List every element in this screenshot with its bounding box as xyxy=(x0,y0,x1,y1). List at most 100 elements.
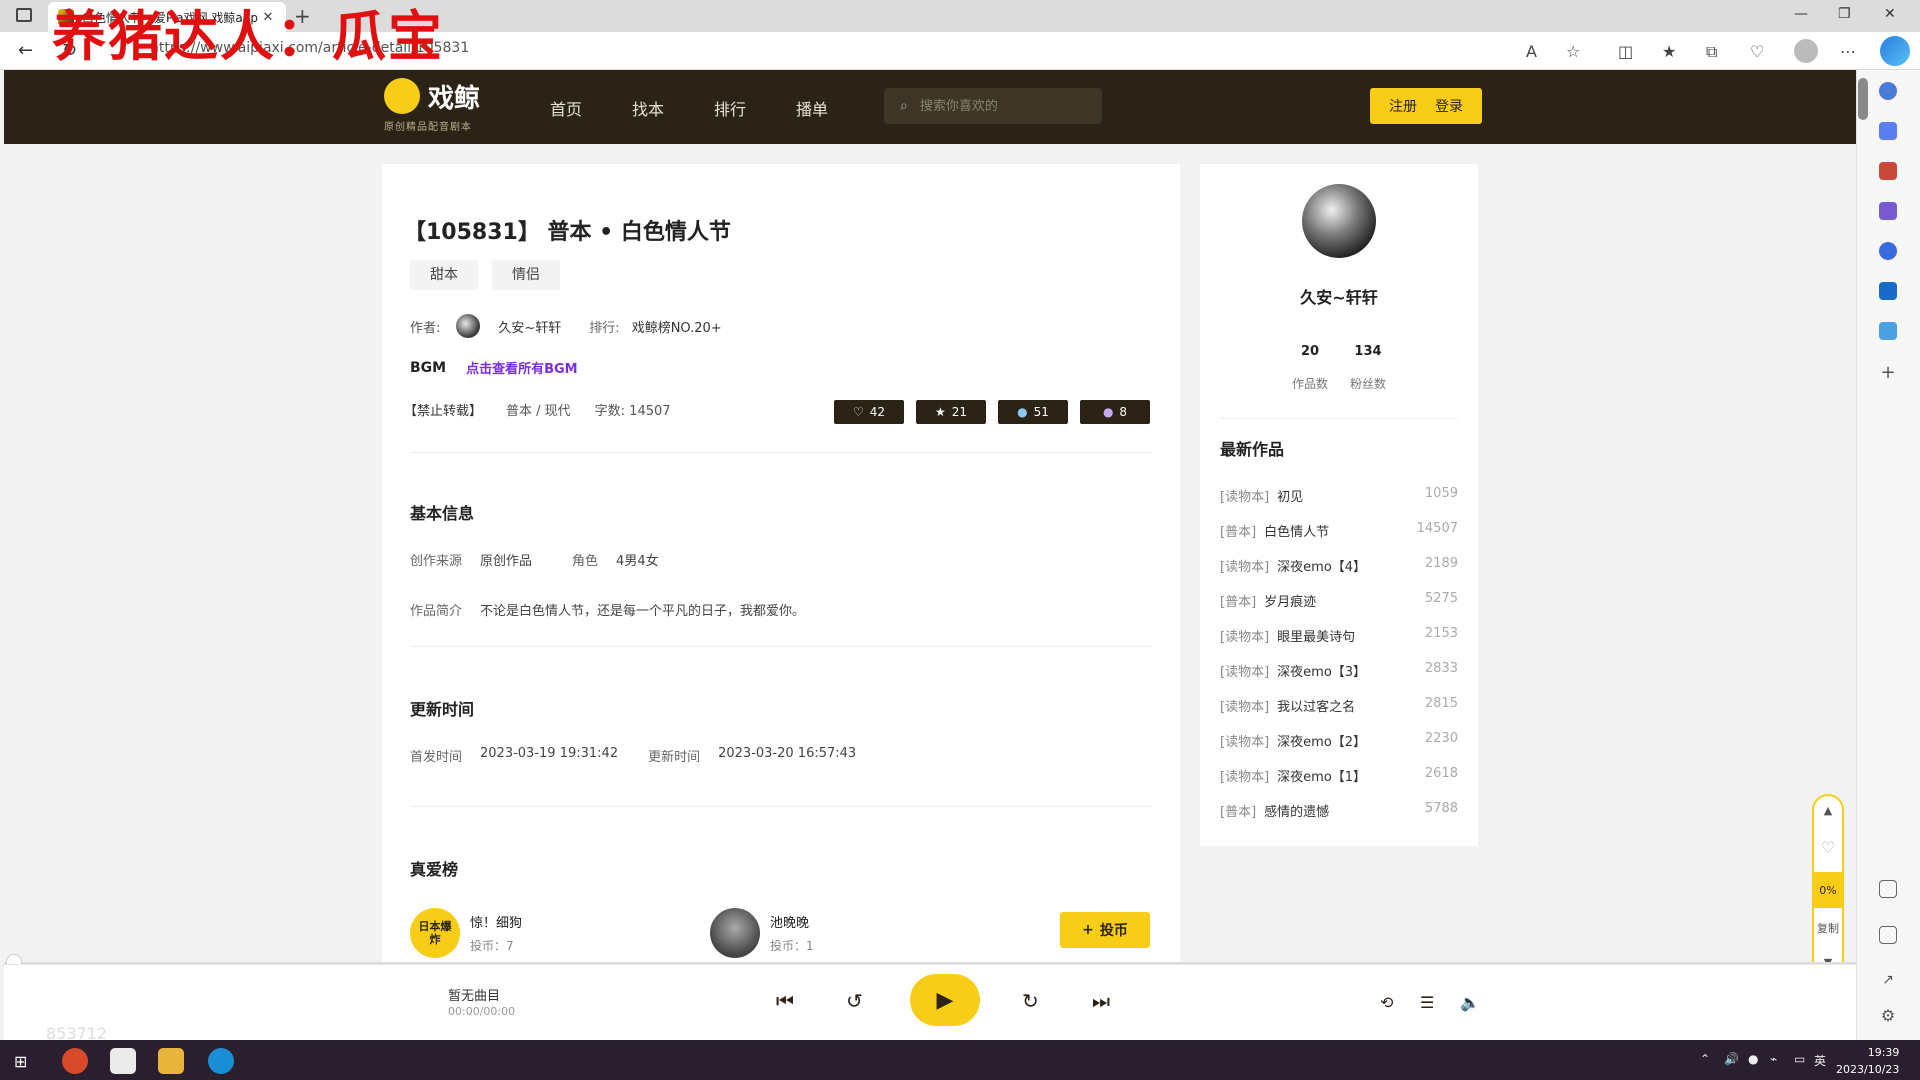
nav-home[interactable]: 首页 xyxy=(550,96,582,120)
work-item[interactable]: [普本] 岁月痕迹 5275 xyxy=(1220,591,1458,610)
share-button[interactable]: ● 8 xyxy=(1080,400,1150,424)
back-icon[interactable]: ← xyxy=(18,40,33,61)
clock-time: 19:39 xyxy=(1867,1046,1900,1059)
display-icon[interactable]: ▭ xyxy=(1794,1052,1805,1066)
floating-toolbar: ▲ ♡ 0% 复制 ▼ xyxy=(1812,794,1844,978)
work-count: 2189 xyxy=(1424,556,1458,571)
windows-start-icon[interactable]: ⊞ xyxy=(14,1052,27,1071)
settings-gear-icon[interactable]: ⚙ xyxy=(1879,1006,1897,1025)
login-button[interactable]: 登录 xyxy=(1435,96,1463,116)
favorites-icon[interactable]: ★ xyxy=(1662,42,1676,61)
games-icon[interactable] xyxy=(1879,202,1897,220)
like-float-icon[interactable]: ♡ xyxy=(1814,838,1842,857)
copy-button[interactable]: 复制 xyxy=(1814,920,1842,936)
forward-15-icon[interactable]: ↻ xyxy=(1022,989,1039,1013)
collections-icon[interactable]: ⧉ xyxy=(1706,42,1717,62)
close-window-icon[interactable]: ✕ xyxy=(1884,6,1896,22)
audio-player: 暂无曲目 00:00/00:00 ⏮ ↺ ▶ ↻ ⏭ ⟲ ☰ 🔈 xyxy=(4,964,1856,1040)
plus-icon: + xyxy=(1082,922,1094,938)
author-avatar-large[interactable] xyxy=(1302,184,1376,258)
office-icon[interactable] xyxy=(1879,242,1897,260)
author-avatar[interactable] xyxy=(456,314,481,338)
donate-button[interactable]: + 投币 xyxy=(1060,912,1150,948)
previous-track-icon[interactable]: ⏮ xyxy=(776,989,794,1013)
like-button[interactable]: ♡ 42 xyxy=(834,400,904,424)
browser-sidebar: + ↗ ⚙ xyxy=(1856,70,1920,1040)
tag-couple[interactable]: 情侣 xyxy=(492,260,560,290)
sidebar-toggle-icon[interactable] xyxy=(1879,926,1897,944)
tab-actions-icon[interactable] xyxy=(16,8,32,22)
work-item[interactable]: [读物本] 深夜emo【2】 2230 xyxy=(1220,731,1458,750)
split-screen-icon[interactable]: ◫ xyxy=(1618,42,1633,61)
screenshot-icon[interactable] xyxy=(1879,880,1897,898)
tag-icon[interactable] xyxy=(1879,122,1897,140)
app-icon-3[interactable] xyxy=(158,1048,184,1074)
taskbar-clock[interactable]: 19:39 2023/10/23 xyxy=(1836,1044,1899,1078)
favorite-star-icon[interactable]: ☆ xyxy=(1566,42,1580,61)
minimize-icon[interactable]: — xyxy=(1794,6,1808,22)
ime-indicator[interactable]: 英 xyxy=(1814,1052,1826,1069)
watermark-text: 养猪达人：瓜宝 xyxy=(52,4,444,68)
supporter-item[interactable]: 日本爆炸 惊！细狗 投币：7 xyxy=(410,908,522,958)
profile-icon[interactable] xyxy=(1794,39,1818,63)
next-track-icon[interactable]: ⏭ xyxy=(1092,989,1110,1013)
send-icon[interactable] xyxy=(1879,322,1897,340)
add-sidebar-icon[interactable]: + xyxy=(1879,362,1897,383)
work-item[interactable]: [读物本] 我以过客之名 2815 xyxy=(1220,696,1458,715)
mic-icon[interactable]: ● xyxy=(1748,1052,1758,1066)
work-count: 2815 xyxy=(1424,696,1458,711)
author-row: 作者: 久安~轩轩 排行: 戏鲸榜NO.20+ xyxy=(410,314,722,338)
no-repost-label: 【禁止转载】 xyxy=(404,404,483,419)
page-scrollbar[interactable] xyxy=(1858,78,1868,120)
nav-find[interactable]: 找本 xyxy=(632,96,664,120)
work-item[interactable]: [读物本] 眼里最美诗句 2153 xyxy=(1220,626,1458,645)
repeat-icon[interactable]: ⟲ xyxy=(1380,993,1393,1012)
speaker-icon[interactable]: 🔊 xyxy=(1724,1052,1739,1066)
work-title: 深夜emo【4】 xyxy=(1277,560,1367,575)
logo-text[interactable]: 戏鲸 xyxy=(428,78,480,115)
browser-essentials-icon[interactable]: ♡ xyxy=(1750,42,1764,61)
source-value: 原创作品 xyxy=(480,554,533,569)
supporter-item[interactable]: 池晚晚 投币：1 xyxy=(710,908,814,958)
work-item[interactable]: [读物本] 初见 1059 xyxy=(1220,486,1458,505)
author-card-name[interactable]: 久安~轩轩 xyxy=(1200,284,1478,308)
volume-icon[interactable]: 🔈 xyxy=(1460,993,1480,1012)
work-item[interactable]: [读物本] 深夜emo【4】 2189 xyxy=(1220,556,1458,575)
copilot-icon[interactable] xyxy=(1880,36,1910,66)
register-button[interactable]: 注册 xyxy=(1389,96,1417,116)
word-count: 字数: 14507 xyxy=(594,404,671,419)
maximize-icon[interactable]: ❐ xyxy=(1838,6,1851,22)
external-link-icon[interactable]: ↗ xyxy=(1879,972,1897,990)
tray-expand-icon[interactable]: ⌃ xyxy=(1700,1052,1710,1066)
comment-button[interactable]: ● 51 xyxy=(998,400,1068,424)
work-item[interactable]: [读物本] 深夜emo【3】 2833 xyxy=(1220,661,1458,680)
toolbox-icon[interactable] xyxy=(1879,162,1897,180)
tag-sweet[interactable]: 甜本 xyxy=(410,260,478,290)
rewind-15-icon[interactable]: ↺ xyxy=(846,989,863,1013)
work-category: [读物本] xyxy=(1220,700,1270,715)
network-icon[interactable]: ⌁ xyxy=(1770,1052,1777,1066)
read-aloud-icon[interactable]: A xyxy=(1526,42,1537,61)
whale-logo-icon[interactable] xyxy=(384,78,420,114)
work-count: 2618 xyxy=(1424,766,1458,781)
more-menu-icon[interactable]: ⋯ xyxy=(1840,42,1856,61)
play-button[interactable]: ▶ xyxy=(910,974,980,1026)
app-icon-2[interactable] xyxy=(110,1048,136,1074)
edge-browser-icon[interactable] xyxy=(208,1048,234,1074)
search-input[interactable] xyxy=(919,98,1070,114)
star-button[interactable]: ★ 21 xyxy=(916,400,986,424)
nav-playlist[interactable]: 播单 xyxy=(796,96,828,120)
author-name[interactable]: 久安~轩轩 xyxy=(498,317,561,336)
nav-rank[interactable]: 排行 xyxy=(714,96,746,120)
search-sidebar-icon[interactable] xyxy=(1879,82,1897,100)
outlook-icon[interactable] xyxy=(1879,282,1897,300)
work-item[interactable]: [读物本] 深夜emo【1】 2618 xyxy=(1220,766,1458,785)
work-item[interactable]: [普本] 感情的遗憾 5788 xyxy=(1220,801,1458,820)
app-icon-1[interactable] xyxy=(62,1048,88,1074)
search-icon[interactable]: ⌕ xyxy=(900,98,908,114)
scroll-up-icon[interactable]: ▲ xyxy=(1814,804,1842,817)
latest-works-heading: 最新作品 xyxy=(1220,440,1285,459)
playlist-icon[interactable]: ☰ xyxy=(1420,993,1434,1012)
work-item[interactable]: [普本] 白色情人节 14507 xyxy=(1220,521,1458,540)
bgm-link[interactable]: 点击查看所有BGM xyxy=(466,358,578,377)
